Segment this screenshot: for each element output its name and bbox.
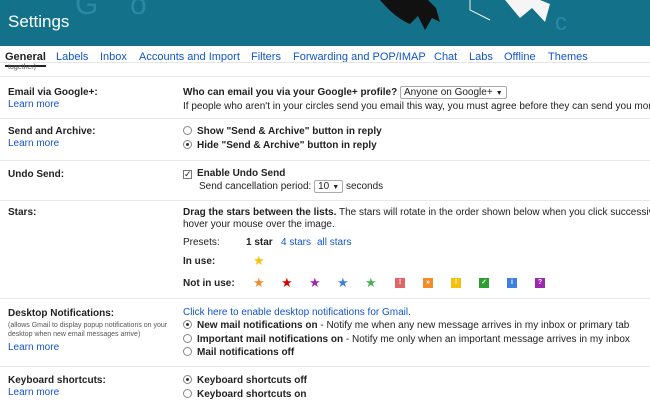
radio-button[interactable]	[183, 140, 192, 149]
green-star-icon[interactable]: ★	[365, 276, 377, 289]
green-check-icon[interactable]: ✓	[479, 278, 489, 288]
radio-button[interactable]	[183, 320, 192, 329]
not-in-use-label: Not in use:	[183, 278, 235, 289]
learn-more-link[interactable]: Learn more	[8, 342, 59, 353]
google-plus-audience-select[interactable]: Anyone on Google+ ▼	[400, 86, 507, 99]
select-value: 10	[318, 181, 330, 192]
setting-undo-send: Undo Send: ✓ Enable Undo Send Send cancel…	[0, 160, 650, 200]
setting-keyboard-shortcuts: Keyboard shortcuts: Learn more Keyboard …	[0, 366, 650, 400]
red-bang-icon[interactable]: !	[395, 278, 405, 288]
chevron-down-icon: ▼	[495, 90, 503, 97]
settings-header: G o c Settings	[0, 0, 650, 46]
checkbox[interactable]: ✓	[183, 170, 192, 179]
cancellation-period-select[interactable]: 10 ▼	[314, 180, 344, 193]
mail-notifications-off-option[interactable]: Mail notifications off	[183, 347, 294, 358]
svg-text:c: c	[555, 9, 567, 36]
setting-label: Undo Send:	[8, 169, 65, 180]
setting-sublabel: (allows Gmail to display popup notificat…	[8, 322, 168, 338]
setting-email-google-plus: Email via Google+: Learn more Who can em…	[0, 76, 650, 116]
in-use-label: In use:	[183, 256, 216, 267]
orange-star-icon[interactable]: ★	[253, 276, 265, 289]
setting-question: Who can email you via your Google+ profi…	[183, 86, 507, 99]
setting-label: Stars:	[8, 207, 37, 218]
setting-label: Desktop Notifications:	[8, 308, 115, 319]
tabs-divider	[0, 62, 650, 63]
purple-question-icon[interactable]: ?	[535, 278, 545, 288]
keyboard-shortcuts-off-option[interactable]: Keyboard shortcuts off	[183, 375, 307, 386]
stars-description: Drag the stars between the lists. The st…	[183, 207, 650, 218]
setting-label: Keyboard shortcuts:	[8, 375, 106, 386]
radio-button[interactable]	[183, 334, 192, 343]
svg-text:o: o	[130, 0, 147, 21]
cut-off-text: together)	[8, 64, 37, 71]
presets-label: Presets:	[183, 237, 220, 248]
radio-button[interactable]	[183, 347, 192, 356]
yellow-bang-icon[interactable]: !	[451, 278, 461, 288]
yellow-star-icon[interactable]: ★	[253, 254, 265, 267]
show-send-archive-option[interactable]: Show "Send & Archive" button in reply	[183, 126, 382, 137]
preset-1-star[interactable]: 1 star	[246, 237, 273, 248]
cancellation-period: Send cancellation period: 10 ▼ seconds	[199, 180, 383, 193]
svg-text:G: G	[75, 0, 98, 21]
google-plus-question: Who can email you via your Google+ profi…	[183, 87, 398, 99]
radio-button[interactable]	[183, 389, 192, 398]
radio-button[interactable]	[183, 375, 192, 384]
setting-send-archive: Send and Archive: Learn more Show "Send …	[0, 118, 650, 160]
enable-undo-send-option[interactable]: ✓ Enable Undo Send	[183, 168, 285, 179]
setting-desktop-notifications: Desktop Notifications: (allows Gmail to …	[0, 298, 650, 366]
theme-decoration-icon: G o c	[75, 0, 567, 36]
presets-row: Presets:	[183, 237, 220, 248]
page-title: Settings	[8, 12, 70, 31]
setting-stars: Stars: Drag the stars between the lists.…	[0, 200, 650, 298]
setting-label: Send and Archive:	[8, 126, 96, 137]
learn-more-link[interactable]: Learn more	[8, 387, 59, 398]
select-value: Anyone on Google+	[404, 87, 493, 98]
preset-4-stars[interactable]: 4 stars	[281, 237, 311, 248]
preset-all-stars[interactable]: all stars	[317, 237, 351, 248]
learn-more-link[interactable]: Learn more	[8, 138, 59, 149]
blue-info-icon[interactable]: i	[507, 278, 517, 288]
radio-button[interactable]	[183, 126, 192, 135]
hide-send-archive-option[interactable]: Hide "Send & Archive" button in reply	[183, 140, 377, 151]
setting-label: Email via Google+:	[8, 87, 98, 98]
stars-description-2: hover your mouse over the image.	[183, 219, 335, 230]
google-plus-note: If people who aren't in your circles sen…	[183, 101, 650, 112]
orange-guillemet-icon[interactable]: »	[423, 278, 433, 288]
enable-desktop-notifications-link[interactable]: Click here to enable desktop notificatio…	[183, 307, 411, 318]
red-star-icon[interactable]: ★	[281, 276, 293, 289]
period-unit: seconds	[345, 181, 384, 193]
keyboard-shortcuts-on-option[interactable]: Keyboard shortcuts on	[183, 389, 306, 400]
period-label: Send cancellation period:	[199, 181, 312, 193]
new-mail-notifications-option[interactable]: New mail notifications on - Notify me wh…	[183, 320, 629, 331]
blue-star-icon[interactable]: ★	[337, 276, 349, 289]
chevron-down-icon: ▼	[332, 184, 340, 191]
purple-star-icon[interactable]: ★	[309, 276, 321, 289]
settings-tabs: General Labels Inbox Accounts and Import…	[0, 46, 650, 74]
learn-more-link[interactable]: Learn more	[8, 99, 59, 110]
important-mail-notifications-option[interactable]: Important mail notifications on - Notify…	[183, 334, 630, 345]
